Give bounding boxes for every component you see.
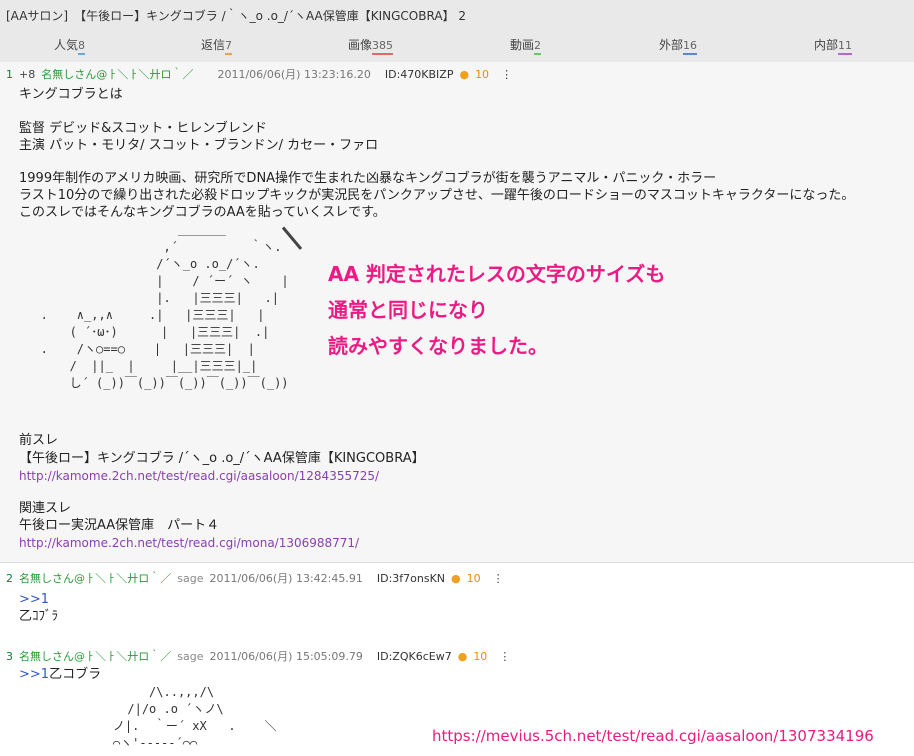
poster-name: 名無しさん@ㅏ＼ㅏ＼廾ロ｀／ [19, 650, 172, 663]
callout-line: 通常と同じになり [328, 298, 488, 322]
thread-header: [AAサロン] 【午後ロー】キングコブラ /｀ヽ_o .o_/´ヽAA保管庫【K… [0, 0, 914, 62]
tab-replies-label: 返信 [201, 38, 226, 52]
tab-internal-count: 11 [838, 39, 853, 55]
post-line: ラスト10分ので繰り出された必殺ドロップキックが実況民をパンクアップさせ、一躍午… [19, 188, 855, 203]
source-url: https://mevius.5ch.net/test/read.cgi/aas… [432, 727, 874, 745]
poster-name: 名無しさん@ㅏ＼ㅏ＼廾ロ｀／ [41, 68, 194, 81]
reply-bubble-icon[interactable]: ● [459, 68, 469, 81]
reply-anchor[interactable]: >>1 [19, 667, 49, 682]
more-menu-icon[interactable]: ⋮ [493, 572, 504, 585]
tab-images-label: 画像 [348, 38, 373, 52]
ascii-art: ＿＿＿＿ ,´ ｀ヽ. /´ヽ_o .o_/´ヽ. | / ´ー´ ヽ | |.… [40, 223, 289, 390]
reply-anchor[interactable]: >>1 [19, 591, 49, 608]
tab-images[interactable]: 画像385 [348, 36, 394, 55]
post-sage: sage [177, 572, 204, 585]
more-menu-icon[interactable]: ⋮ [501, 68, 512, 81]
post-text-line: >>1乙コブラ [19, 666, 101, 683]
reply-count[interactable]: 10 [467, 572, 481, 585]
post-line: このスレではそんなキングコブラのAAを貼っていくスレです。 [19, 205, 386, 220]
post-line: 1999年制作のアメリカ映画、研究所でDNA操作で生まれた凶暴なキングコブラが街… [19, 171, 717, 186]
tab-internal[interactable]: 内部11 [814, 36, 853, 55]
reply-count[interactable]: 10 [475, 68, 489, 81]
tab-replies[interactable]: 返信7 [201, 36, 233, 55]
related-thread-label: 関連スレ [19, 501, 72, 516]
post-sage: sage [177, 650, 204, 663]
tab-external-count: 16 [683, 39, 698, 55]
reply-bubble-icon[interactable]: ● [451, 572, 461, 585]
tab-videos[interactable]: 動画2 [510, 36, 542, 55]
filter-tabs: 人気8 返信7 画像385 動画2 外部16 内部11 [0, 36, 914, 58]
post-text: 乙コブラ [49, 667, 102, 682]
poster-id[interactable]: ID:ZQK6cEw7 [377, 650, 452, 663]
reply-count[interactable]: 10 [473, 650, 487, 663]
poster-name: 名無しさん@ㅏ＼ㅏ＼廾ロ｀／ [19, 572, 172, 585]
post-line: 主演 パット・モリタ/ スコット・ブランドン/ カセー・ファロ [19, 138, 379, 153]
tab-images-count: 385 [372, 39, 394, 55]
post-number[interactable]: 2 [6, 572, 13, 585]
thread-title: [AAサロン] 【午後ロー】キングコブラ /｀ヽ_o .o_/´ヽAA保管庫【K… [6, 9, 466, 23]
callout-line: 読みやすくなりました。 [328, 334, 548, 358]
post-number[interactable]: 3 [6, 650, 13, 663]
post-2: 2 名無しさん@ㅏ＼ㅏ＼廾ロ｀／ sage 2011/06/06(月) 13:42:4… [0, 566, 914, 645]
post-text: 乙ｺﾌﾞﾗ [19, 609, 59, 624]
post-number[interactable]: 1 [6, 68, 13, 81]
related-thread-title: 午後ロー実況AA保管庫 パート４ [19, 518, 220, 533]
tab-internal-label: 内部 [814, 38, 839, 52]
callout-line: AA 判定されたレスの文字のサイズも [328, 262, 666, 286]
tab-external[interactable]: 外部16 [659, 36, 698, 55]
prev-thread-title: 【午後ロー】キングコブラ /´ヽ_o .o_/´ヽAA保管庫【KINGCOBRA… [19, 451, 425, 466]
prev-thread-label: 前スレ [19, 433, 59, 448]
post-plus-count: +8 [19, 68, 36, 81]
prev-thread-link[interactable]: http://kamome.2ch.net/test/read.cgi/aasa… [19, 468, 379, 485]
tab-videos-label: 動画 [510, 38, 535, 52]
tab-external-label: 外部 [659, 38, 684, 52]
post-date: 2011/06/06(月) 15:05:09.79 [209, 650, 363, 663]
post-meta: 2 名無しさん@ㅏ＼ㅏ＼廾ロ｀／ sage 2011/06/06(月) 13:42:4… [6, 570, 510, 586]
tab-popular-count: 8 [78, 39, 86, 55]
post-meta: 3 名無しさん@ㅏ＼ㅏ＼廾ロ｀／ sage 2011/06/06(月) 15:05:0… [6, 648, 516, 664]
post-line: キングコブラとは [19, 87, 123, 102]
reply-bubble-icon[interactable]: ● [458, 650, 468, 663]
related-thread-link[interactable]: http://kamome.2ch.net/test/read.cgi/mona… [19, 535, 359, 552]
post-meta: 1 +8 名無しさん@ㅏ＼ㅏ＼廾ロ｀／ 2011/06/06(月) 13:23:16.… [6, 66, 518, 82]
more-menu-icon[interactable]: ⋮ [499, 650, 510, 663]
tab-videos-count: 2 [534, 39, 542, 55]
post-line: 監督 デビッド&スコット・ヒレンブレンド [19, 121, 267, 136]
tab-replies-count: 7 [225, 39, 233, 55]
poster-id[interactable]: ID:3f7onsKN [377, 572, 445, 585]
poster-id[interactable]: ID:470KBIZP [385, 68, 454, 81]
post-date: 2011/06/06(月) 13:23:16.20 [217, 68, 371, 81]
post-date: 2011/06/06(月) 13:42:45.91 [209, 572, 363, 585]
tab-popular-label: 人気 [54, 38, 79, 52]
ascii-art: /\..,,,/\ /|/o .o ´ヽノ\ ノ|. ｀ー´ xX . ＼ ⌒ヽ… [112, 685, 277, 750]
tab-popular[interactable]: 人気8 [54, 36, 86, 55]
